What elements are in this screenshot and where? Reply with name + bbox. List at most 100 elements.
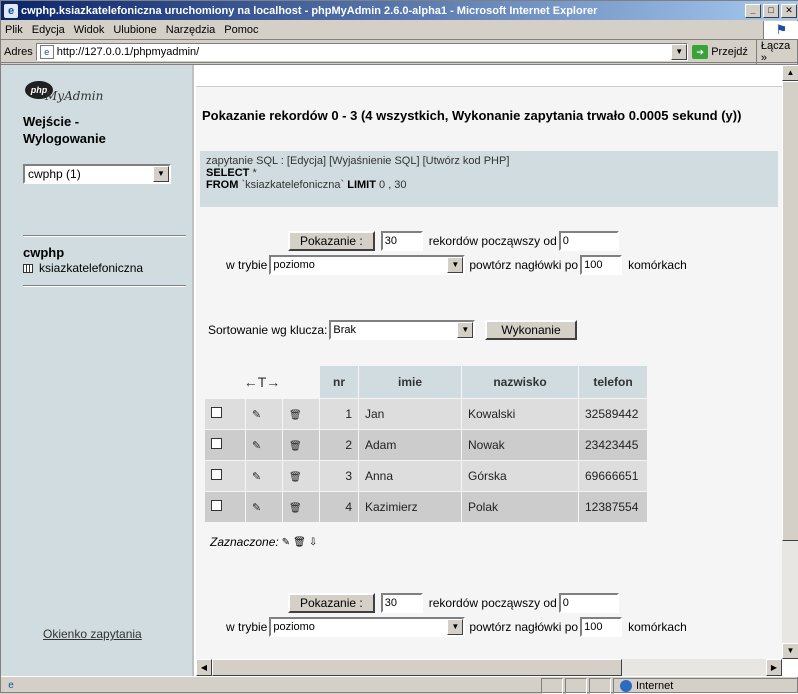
results-header: Pokazanie rekordów 0 - 3 (4 wszystkich, … [202, 108, 742, 123]
maximize-button[interactable]: □ [763, 3, 779, 18]
sql-php-link[interactable]: [Utwórz kod PHP] [423, 155, 510, 167]
delete-icon[interactable]: 🗑 [289, 472, 302, 483]
show-button-bottom[interactable]: Pokazanie : [288, 593, 375, 613]
go-label: Przejdź [711, 45, 748, 58]
status-bar: e Internet [1, 676, 798, 694]
scroll-right-icon[interactable]: ▶ [766, 659, 782, 676]
go-arrow-icon: ➔ [692, 44, 709, 59]
table-icon[interactable] [23, 263, 33, 273]
query-window-link[interactable]: Okienko zapytania [43, 627, 142, 641]
export-selected-icon[interactable]: ⇩ [309, 537, 317, 548]
chevron-down-icon[interactable]: ▼ [153, 166, 169, 182]
header-nr[interactable]: nr [320, 366, 358, 398]
database-name-link[interactable]: cwphp [23, 245, 64, 260]
repeat-input[interactable]: 100 [580, 255, 623, 275]
table-header-row: ←T→ nr imie nazwisko telefon [205, 366, 647, 398]
menu-edit[interactable]: Edycja [28, 24, 70, 36]
cell-nazwisko: Polak [462, 492, 578, 522]
menu-favorites[interactable]: Ulubione [109, 24, 161, 36]
cell-nr: 1 [320, 399, 358, 429]
start-input-bottom[interactable]: 0 [558, 593, 619, 613]
delete-icon[interactable]: 🗑 [289, 441, 302, 452]
delete-icon[interactable]: 🗑 [289, 410, 302, 421]
repeat-input-bottom[interactable]: 100 [580, 617, 623, 637]
start-input[interactable]: 0 [558, 231, 619, 251]
menu-view[interactable]: Widok [70, 24, 110, 36]
cells-label-bottom: komórkach [628, 620, 687, 634]
row-checkbox[interactable] [211, 469, 222, 480]
navigation-form-top: Pokazanie : 30 rekordów począwszy od 0 [288, 231, 619, 251]
minimize-button[interactable]: _ [745, 3, 761, 18]
execute-button[interactable]: Wykonanie [485, 320, 577, 340]
horizontal-scroll-thumb[interactable] [212, 659, 622, 676]
go-button[interactable]: ➔ Przejdź [692, 44, 748, 59]
scroll-up-icon[interactable]: ▲ [782, 65, 798, 81]
links-button[interactable]: Łącza » [755, 39, 798, 64]
mode-select-bottom[interactable]: poziomo ▼ [269, 617, 466, 637]
sql-star: * [252, 167, 257, 179]
show-button[interactable]: Pokazanie : [288, 231, 375, 251]
close-button[interactable]: ✕ [781, 3, 797, 18]
login-line2: Wylogowanie [23, 131, 106, 146]
row-checkbox[interactable] [211, 500, 222, 511]
cell-nr: 2 [320, 430, 358, 460]
browser-window: e cwphp.ksiazkatelefoniczna uruchomiony … [0, 0, 798, 694]
sql-query-box: zapytanie SQL : [Edycja] [Wyjaśnienie SQ… [200, 151, 778, 207]
delete-icon[interactable]: 🗑 [289, 503, 302, 514]
rows-input[interactable]: 30 [380, 231, 423, 251]
table-row: ✎ 🗑 3 Anna Górska 69666651 [205, 461, 647, 491]
chevron-down-icon[interactable]: ▼ [457, 322, 474, 338]
edit-icon[interactable]: ✎ [252, 472, 263, 483]
table-link[interactable]: ksiazkatelefoniczna [23, 261, 143, 275]
title-bar: e cwphp.ksiazkatelefoniczna uruchomiony … [1, 1, 798, 20]
table-row: ✎ 🗑 1 Jan Kowalski 32589442 [205, 399, 647, 429]
sort-select[interactable]: Brak ▼ [329, 320, 476, 340]
links-label: Łącza [760, 39, 791, 52]
address-input[interactable]: e http://127.0.0.1/phpmyadmin/ ▼ [35, 42, 689, 61]
login-logout-link[interactable]: Wejście - Wylogowanie [23, 113, 106, 147]
header-nazwisko[interactable]: nazwisko [462, 366, 578, 398]
divider [23, 285, 186, 287]
sql-select: SELECT [206, 167, 250, 179]
menu-tools[interactable]: Narzędzia [162, 24, 221, 36]
edit-icon[interactable]: ✎ [252, 503, 263, 514]
results-table: ←T→ nr imie nazwisko telefon ✎ 🗑 1 Jan K… [204, 365, 648, 523]
sql-explain-link[interactable]: [Wyjaśnienie SQL] [329, 155, 419, 167]
horizontal-scrollbar[interactable]: ◀ ▶ [196, 659, 782, 676]
cells-label: komórkach [628, 258, 687, 272]
database-select[interactable]: cwphp (1) ▼ [23, 164, 171, 184]
chevron-down-icon[interactable]: ▼ [447, 619, 464, 635]
phpmyadmin-logo[interactable]: php MyAdmin [25, 81, 135, 107]
cell-nr: 3 [320, 461, 358, 491]
cell-nazwisko: Nowak [462, 430, 578, 460]
edit-icon[interactable]: ✎ [252, 410, 263, 421]
address-dropdown-icon[interactable]: ▼ [671, 43, 688, 60]
chevron-down-icon[interactable]: ▼ [447, 257, 464, 273]
menu-file[interactable]: Plik [1, 24, 28, 36]
rows-input-bottom[interactable]: 30 [380, 593, 423, 613]
scroll-left-icon[interactable]: ◀ [196, 659, 212, 676]
edit-icon[interactable]: ✎ [252, 441, 263, 452]
divider [23, 235, 186, 237]
sql-edit-link[interactable]: [Edycja] [287, 155, 326, 167]
mode-select[interactable]: poziomo ▼ [269, 255, 466, 275]
globe-icon [620, 679, 632, 692]
vertical-scroll-thumb[interactable] [782, 81, 798, 541]
navigation-form-bottom-row2: w trybie poziomo ▼ powtórz nagłówki po 1… [226, 617, 687, 637]
vertical-scrollbar[interactable]: ▲ ▼ [782, 65, 798, 659]
delete-selected-icon[interactable]: 🗑 [293, 537, 306, 548]
login-line1: Wejście - [23, 114, 80, 129]
header-telefon[interactable]: telefon [579, 366, 647, 398]
edit-selected-icon[interactable]: ✎ [282, 537, 290, 548]
status-cell [541, 677, 563, 694]
cell-telefon: 32589442 [579, 399, 647, 429]
row-checkbox[interactable] [211, 438, 222, 449]
sort-select-value: Brak [333, 324, 357, 336]
column-arrows[interactable]: ←T→ [205, 366, 319, 398]
status-cell [589, 677, 611, 694]
repeat-label: powtórz nagłówki po [469, 258, 579, 272]
scroll-down-icon[interactable]: ▼ [782, 643, 798, 659]
row-checkbox[interactable] [211, 407, 222, 418]
menu-help[interactable]: Pomoc [220, 24, 263, 36]
header-imie[interactable]: imie [359, 366, 461, 398]
